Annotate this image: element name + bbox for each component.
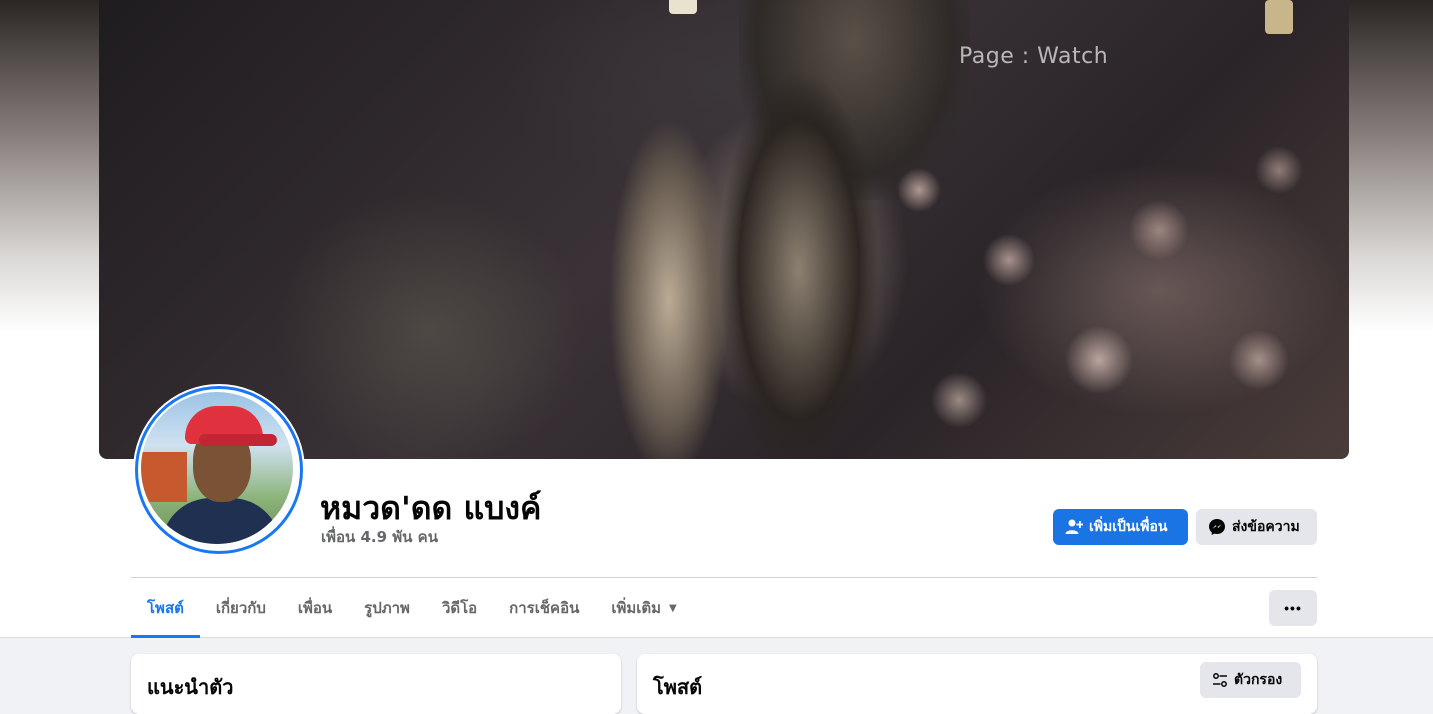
tab-more[interactable]: เพิ่มเติม ▼ [595,578,692,638]
posts-title: โพสต์ [653,675,703,699]
messenger-icon [1208,518,1226,536]
profile-tabs: โพสต์ เกี่ยวกับ เพื่อน รูปภาพ วิดีโอ การ… [131,578,693,638]
message-button[interactable]: ส่งข้อความ [1196,509,1317,545]
avatar-shirt [161,498,281,544]
cover-watermark: Page : Watch [959,44,1109,69]
cover-flowers [859,110,1349,459]
more-options-button[interactable]: ••• [1269,590,1317,626]
avatar-background-building [141,452,187,502]
cover-lamp [669,0,697,14]
cover-person-man [709,40,879,459]
add-friend-label: เพิ่มเป็นเพื่อน [1089,519,1168,535]
tab-about[interactable]: เกี่ยวกับ [200,578,282,638]
avatar-cap-brim [199,434,277,446]
friends-count[interactable]: เพื่อน 4.9 พัน คน [321,525,438,549]
tab-videos[interactable]: วิดีโอ [426,578,493,638]
tab-posts[interactable]: โพสต์ [131,578,200,638]
message-label: ส่งข้อความ [1232,519,1300,535]
avatar [141,392,293,544]
tab-label: เพิ่มเติม [611,599,662,617]
tab-checkins[interactable]: การเช็คอิน [493,578,595,638]
tab-label: รูปภาพ [364,599,410,617]
filter-label: ตัวกรอง [1234,672,1283,688]
intro-card: แนะนำตัว [131,654,621,714]
tab-label: การเช็คอิน [509,599,580,617]
tab-friends[interactable]: เพื่อน [282,578,348,638]
posts-card: โพสต์ ตัวกรอง [637,654,1317,714]
tab-label: เกี่ยวกับ [215,599,266,617]
tab-label: โพสต์ [147,599,184,617]
filter-sliders-icon [1212,672,1228,688]
cover-lamp [1265,0,1293,34]
profile-picture[interactable] [133,384,305,556]
add-friend-icon [1065,518,1083,536]
tab-photos[interactable]: รูปภาพ [348,578,426,638]
tab-label: เพื่อน [297,599,333,617]
tab-label: วิดีโอ [441,599,478,617]
filter-button[interactable]: ตัวกรอง [1200,662,1301,698]
cover-photo[interactable]: Page : Watch [99,0,1349,459]
caret-down-icon: ▼ [669,602,677,614]
intro-title: แนะนำตัว [147,675,234,699]
add-friend-button[interactable]: เพิ่มเป็นเพื่อน [1053,509,1188,545]
